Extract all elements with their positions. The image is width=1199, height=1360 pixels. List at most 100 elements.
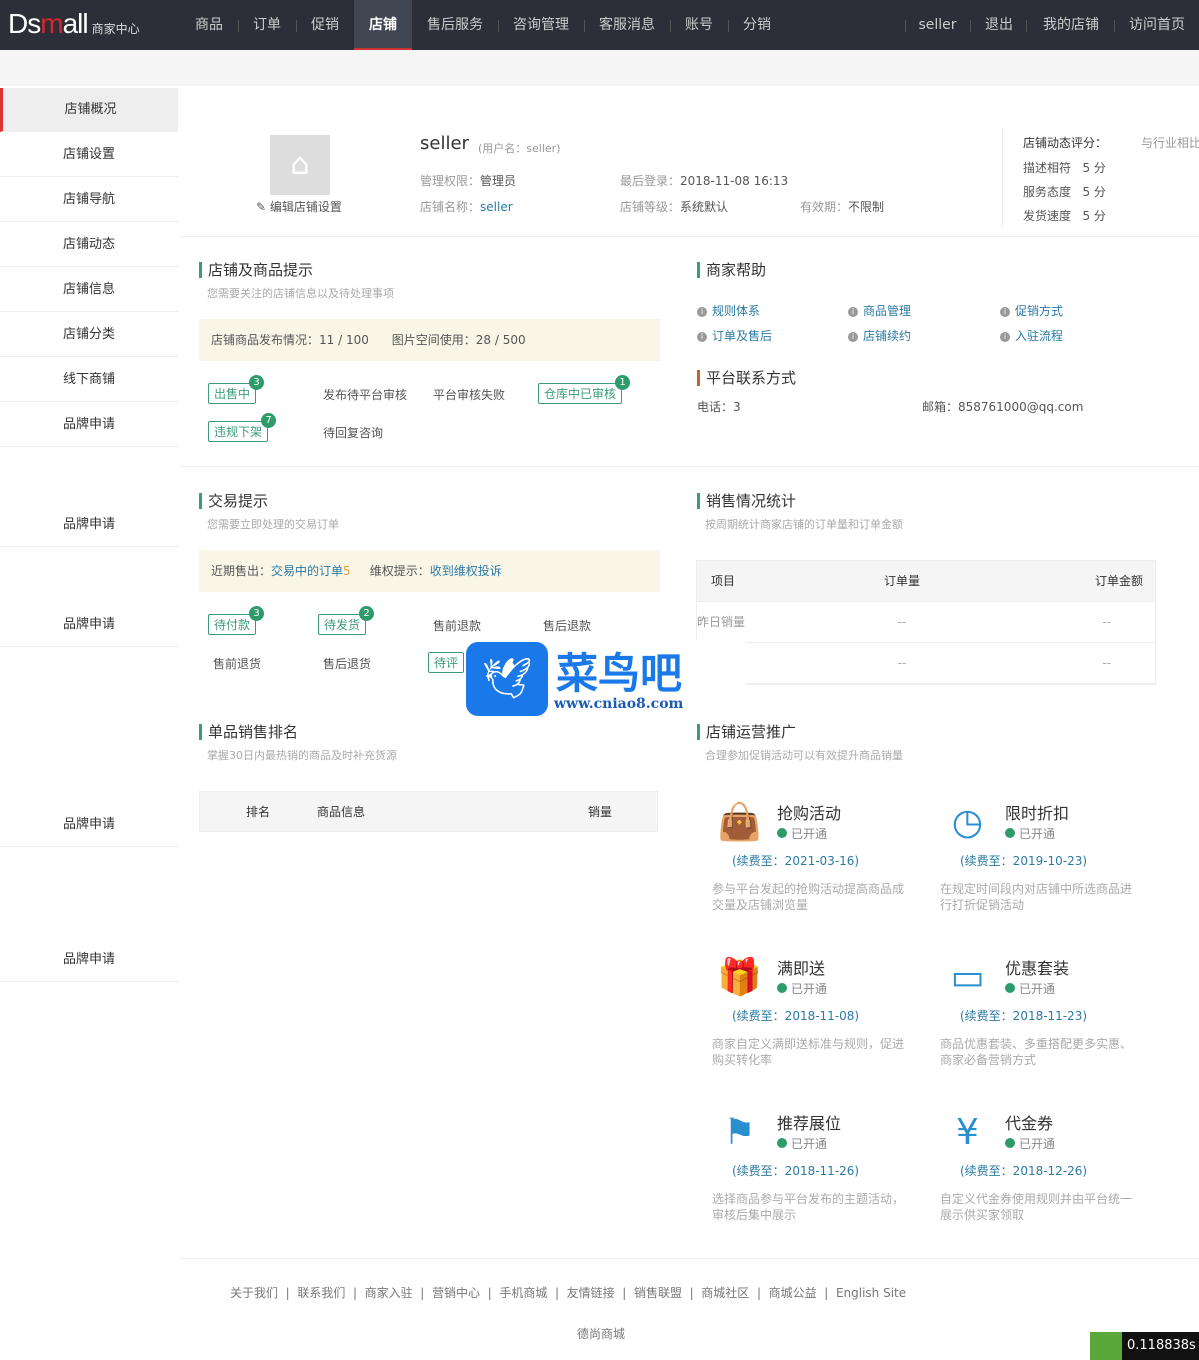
- sidebar-item-brand[interactable]: 品牌申请: [0, 938, 178, 982]
- nav-goods[interactable]: 商品: [182, 0, 236, 50]
- nav-home[interactable]: 访问首页: [1118, 0, 1196, 50]
- trade-bar: 近期售出：交易中的订单5 维权提示：收到维权投诉: [199, 550, 660, 592]
- watermark: 🕊 菜鸟吧 www.cniao8.com: [466, 640, 746, 720]
- promo-card[interactable]: 👜 抢购活动 已开通 (续费至：2021-03-16) 参与平台发起的抢购活动提…: [697, 795, 917, 945]
- perf-logo-icon: [1090, 1332, 1122, 1360]
- promo-status: 已开通: [1005, 1135, 1055, 1152]
- store-usage-bar: 店铺商品发布情况：11 / 100 图片空间使用：28 / 500: [199, 319, 660, 361]
- nav-store[interactable]: 店铺: [354, 0, 412, 50]
- nav-logout[interactable]: 退出: [975, 0, 1023, 50]
- tag-warehouse[interactable]: 仓库中已审核 1: [538, 375, 631, 404]
- nav-consult[interactable]: 咨询管理: [500, 0, 582, 50]
- nav-distribution[interactable]: 分销: [730, 0, 784, 50]
- tag-presale-refund[interactable]: 售前退款: [433, 617, 481, 634]
- username: (用户名：seller): [478, 142, 561, 155]
- check-icon: [1005, 983, 1015, 993]
- nav-user[interactable]: seller: [910, 0, 965, 50]
- footer-link[interactable]: 友情链接: [567, 1286, 615, 1300]
- flag-icon: ⚑: [723, 1112, 756, 1153]
- sidebar-item-brand[interactable]: 品牌申请: [0, 403, 178, 447]
- trading-orders-link[interactable]: 交易中的订单: [271, 564, 343, 578]
- yen-icon: ¥: [956, 1112, 979, 1153]
- rank-title: 单品销售排名: [199, 724, 298, 740]
- tag-presale-return[interactable]: 售前退货: [213, 655, 261, 672]
- footer: 关于我们 | 联系我们 | 商家入驻 | 营销中心 | 手机商城 | 友情链接 …: [180, 1258, 1199, 1360]
- help-title: 商家帮助: [697, 262, 766, 278]
- complaints-link[interactable]: 收到维权投诉: [430, 564, 502, 578]
- rank-sub: 掌握30日内最热销的商品及时补充货源: [207, 749, 397, 762]
- nav-messages[interactable]: 客服消息: [586, 0, 668, 50]
- tag-review-failed[interactable]: 平台审核失败: [433, 386, 505, 403]
- footer-link[interactable]: 商城社区: [701, 1286, 749, 1300]
- footer-link[interactable]: 手机商城: [499, 1286, 547, 1300]
- sidebar-item-settings[interactable]: 店铺设置: [0, 133, 178, 177]
- nav-my-store[interactable]: 我的店铺: [1030, 0, 1112, 50]
- contact-phone: 电话：3: [697, 400, 741, 414]
- sidebar-item-brand[interactable]: 品牌申请: [0, 503, 178, 547]
- trade-title: 交易提示: [199, 493, 268, 509]
- sidebar-item-news[interactable]: 店铺动态: [0, 223, 178, 267]
- help-link[interactable]: i 店铺续约: [848, 327, 911, 344]
- logo-subtitle: 商家中心: [91, 22, 140, 36]
- nav-after-sales[interactable]: 售后服务: [414, 0, 496, 50]
- promo-card[interactable]: ▭ 优惠套装 已开通 (续费至：2018-11-23) 商品优惠套装、多重搭配更…: [925, 950, 1145, 1100]
- help-link[interactable]: i 促销方式: [1000, 302, 1063, 319]
- promo-renew-date[interactable]: (续费至：2021-03-16): [732, 852, 859, 869]
- edit-store-link[interactable]: ✎ 编辑店铺设置: [256, 198, 342, 215]
- sidebar-item-info[interactable]: 店铺信息: [0, 268, 178, 312]
- promo-card[interactable]: ¥ 代金券 已开通 (续费至：2018-12-26) 自定义代金券使用规则并由平…: [925, 1105, 1145, 1255]
- tag-pending-review[interactable]: 发布待平台审核: [323, 386, 407, 403]
- promo-renew-date[interactable]: (续费至：2018-11-08): [732, 1007, 859, 1024]
- help-link[interactable]: i 商品管理: [848, 302, 911, 319]
- tag-pending-shipment[interactable]: 待发货 2: [318, 606, 375, 635]
- promo-renew-date[interactable]: (续费至：2018-11-26): [732, 1162, 859, 1179]
- footer-link[interactable]: 销售联盟: [634, 1286, 682, 1300]
- footer-link[interactable]: 联系我们: [297, 1286, 345, 1300]
- promo-status: 已开通: [777, 825, 827, 842]
- promo-title: 店铺运营推广: [697, 724, 796, 740]
- gift-icon: 🎁: [717, 957, 762, 998]
- nav-orders[interactable]: 订单: [240, 0, 294, 50]
- sales-sub: 按周期统计商家店铺的订单量和订单金额: [705, 518, 903, 531]
- promo-renew-date[interactable]: (续费至：2019-10-23): [960, 852, 1087, 869]
- nav-promotion[interactable]: 促销: [298, 0, 352, 50]
- promo-title: 满即送: [777, 959, 826, 978]
- help-link[interactable]: i 订单及售后: [697, 327, 772, 344]
- promo-desc: 自定义代金券使用规则并由平台统一展示供买家领取: [940, 1192, 1133, 1222]
- tag-violation[interactable]: 违规下架 7: [208, 413, 277, 442]
- footer-link[interactable]: 关于我们: [230, 1286, 278, 1300]
- tag-aftersale-return[interactable]: 售后退货: [323, 655, 371, 672]
- perf-timer: 0.118838s: [1122, 1332, 1199, 1360]
- help-link[interactable]: i 入驻流程: [1000, 327, 1063, 344]
- sidebar-item-brand[interactable]: 品牌申请: [0, 603, 178, 647]
- logo[interactable]: Dsmall 商家中心: [8, 8, 140, 40]
- tag-pending-payment[interactable]: 待付款 3: [208, 606, 265, 635]
- sidebar-item-navigation[interactable]: 店铺导航: [0, 178, 178, 222]
- tag-pending-review[interactable]: 待评: [428, 652, 465, 673]
- promo-status: 已开通: [777, 1135, 827, 1152]
- footer-link[interactable]: 营销中心: [432, 1286, 480, 1300]
- sidebar-item-brand[interactable]: 品牌申请: [0, 803, 178, 847]
- sidebar-item-offline[interactable]: 线下商铺: [0, 358, 178, 402]
- promo-card[interactable]: 🎁 满即送 已开通 (续费至：2018-11-08) 商家自定义满即送标准与规则…: [697, 950, 917, 1100]
- promo-card[interactable]: ◷ 限时折扣 已开通 (续费至：2019-10-23) 在规定时间段内对店铺中所…: [925, 795, 1145, 945]
- promo-card[interactable]: ⚑ 推荐展位 已开通 (续费至：2018-11-26) 选择商品参与平台发布的主…: [697, 1105, 917, 1255]
- promo-renew-date[interactable]: (续费至：2018-11-23): [960, 1007, 1087, 1024]
- tag-consult-reply[interactable]: 待回复咨询: [323, 424, 383, 441]
- nav-account[interactable]: 账号: [672, 0, 726, 50]
- footer-link[interactable]: 商家入驻: [365, 1286, 413, 1300]
- tag-on-sale[interactable]: 出售中 3: [208, 375, 265, 404]
- promo-title: 代金券: [1005, 1114, 1054, 1133]
- footer-link[interactable]: English Site: [836, 1286, 906, 1300]
- sidebar-item-category[interactable]: 店铺分类: [0, 313, 178, 357]
- check-icon: [777, 983, 787, 993]
- promo-status: 已开通: [1005, 980, 1055, 997]
- trade-sub: 您需要立即处理的交易订单: [207, 518, 339, 531]
- store-name-link[interactable]: seller: [480, 200, 513, 214]
- sidebar-item-overview[interactable]: 店铺概况: [0, 88, 178, 132]
- help-link[interactable]: i 规则体系: [697, 302, 760, 319]
- footer-link[interactable]: 商城公益: [769, 1286, 817, 1300]
- promo-renew-date[interactable]: (续费至：2018-12-26): [960, 1162, 1087, 1179]
- seller-name: seller: [420, 133, 469, 154]
- tag-aftersale-refund[interactable]: 售后退款: [543, 617, 591, 634]
